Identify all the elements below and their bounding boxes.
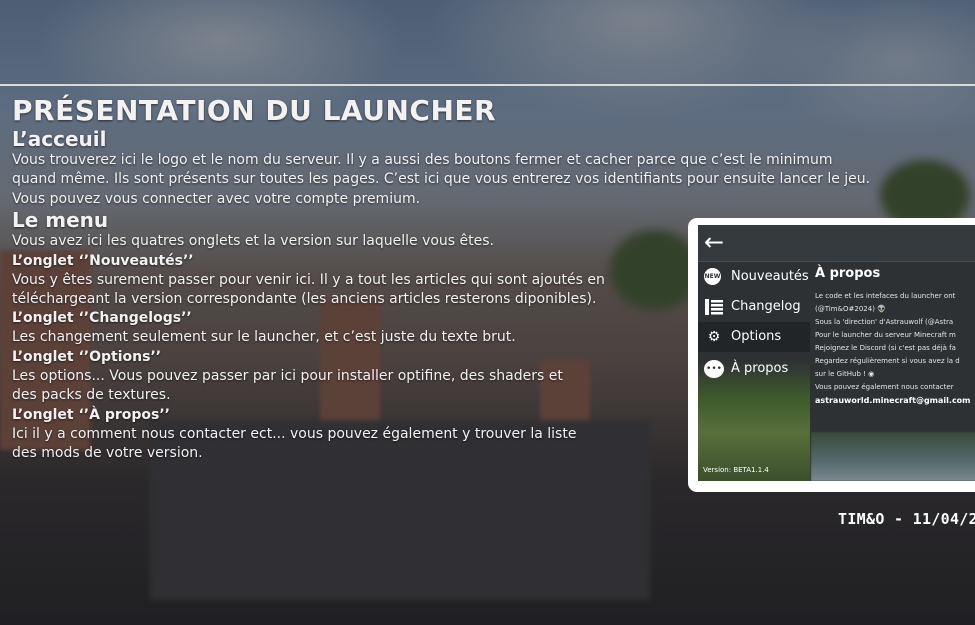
page-title: PRÉSENTATION DU LAUNCHER [12,94,497,127]
tab-text-line: des packs de textures. [12,387,171,404]
about-title: À propos [815,266,881,281]
about-line: Vous pouvez également nous contacter [815,383,954,391]
launcher-screenshot: ← NEW Nouveautés Changelog ⚙ Options •••… [688,218,975,492]
accueil-line: quand même. Ils sont présents sur toutes… [12,171,871,188]
contact-email[interactable]: astrauworld.minecraft@gmail.com [815,396,971,405]
nav-item-a-propos[interactable]: ••• À propos [698,354,810,384]
launcher-topbar: ← [698,225,975,262]
nav-item-options[interactable]: ⚙ Options [698,322,810,352]
arrow-left-icon[interactable]: ← [704,227,724,257]
nav-item-nouveautes[interactable]: NEW Nouveautés [698,262,810,292]
nav-label: Changelog [731,299,801,314]
menu-intro: Vous avez ici les quatres onglets et la … [12,233,495,250]
about-line: Sous la 'direction' d'Astrauwolf (@Astra [815,318,954,326]
about-line: Le code et les intefaces du launcher ont [815,292,956,300]
list-icon [704,298,724,316]
launcher-window: ← NEW Nouveautés Changelog ⚙ Options •••… [698,225,975,481]
gear-icon: ⚙ [707,329,721,345]
nav-label: Nouveautés [731,269,809,284]
about-background-image [811,432,975,481]
top-divider [0,84,975,86]
tab-text-line: des mods de votre version. [12,445,203,462]
tab-text-line: Les changement seulement sur le launcher… [12,329,516,346]
section-heading-accueil: L’acceuil [12,127,107,151]
nav-label: À propos [731,361,789,376]
tab-text-line: Les options... Vous pouvez passer par ic… [12,367,563,384]
about-panel: À propos Le code et les intefaces du lau… [811,262,975,481]
tab-text-line: téléchargeant la version correspondante … [12,291,597,308]
new-badge-icon: NEW [704,268,721,285]
chat-bubble-icon: ••• [704,360,724,378]
nav-item-changelog[interactable]: Changelog [698,292,810,322]
nav-label: Options [731,329,782,344]
github-link[interactable]: sur le GitHub ! ◉ [815,370,874,378]
accueil-line: Vous trouverez ici le logo et le nom du … [12,152,833,168]
version-label: Version: BETA1.1.4 [703,466,769,474]
credit-signature: TIM&O - 11/04/22 [838,510,975,528]
accueil-line: Vous pouvez vous connecter avec votre co… [12,190,421,207]
launcher-sidebar: NEW Nouveautés Changelog ⚙ Options ••• À… [698,262,810,481]
about-line: Pour le launcher du serveur Minecraft m [815,331,956,339]
about-line: (@Tim&O#2024) 👽 [815,305,886,313]
tab-text-line: Vous y êtes surement passer pour venir i… [12,271,605,288]
about-line: Regardez régulièrement si vous avez la d [815,357,960,365]
about-line: Rejoignez le Discord (si c'est pas déjà … [815,344,956,352]
tab-text-line: Ici il y a comment nous contacter ect...… [12,425,577,442]
